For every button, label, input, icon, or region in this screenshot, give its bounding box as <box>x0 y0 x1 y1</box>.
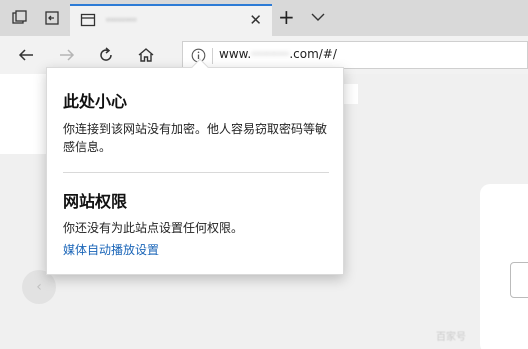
plus-icon[interactable]: + <box>278 6 295 28</box>
divider <box>63 172 329 173</box>
arrow-right-icon[interactable] <box>56 44 78 66</box>
url-suffix: .com/#/ <box>289 47 337 61</box>
tab-active[interactable]: ········ ✕ <box>70 4 272 36</box>
carousel-prev-button[interactable]: ‹ <box>22 270 56 304</box>
tab-title: ········ <box>106 13 137 27</box>
url-blurred-domain: ·········· <box>251 47 290 61</box>
site-info-popup: 此处小心 你连接到该网站没有加密。他人容易窃取密码等敏感信息。 网站权限 你还没… <box>46 58 344 275</box>
address-bar[interactable]: www.··········.com/#/ <box>182 41 528 69</box>
permissions-heading: 网站权限 <box>63 192 128 211</box>
arrow-left-icon[interactable] <box>15 44 37 66</box>
tab-manager-icon[interactable] <box>10 8 30 28</box>
chevron-left-icon: ‹ <box>36 279 42 295</box>
browser-window: ········ ✕ + www.··········.com/#/ ‹ 百家号… <box>0 0 528 349</box>
security-heading: 此处小心 <box>63 92 128 111</box>
address-separator <box>212 48 213 64</box>
watermark: 百家号 <box>436 332 466 343</box>
url-text[interactable]: www.··········.com/#/ <box>219 47 337 61</box>
set-aside-tabs-icon[interactable] <box>42 8 62 28</box>
media-autoplay-settings-link[interactable]: 媒体自动播放设置 <box>63 241 159 258</box>
avatar[interactable] <box>510 262 528 298</box>
refresh-icon[interactable] <box>95 44 117 66</box>
page-icon <box>78 10 98 30</box>
page-header-block <box>0 74 46 154</box>
close-icon[interactable]: ✕ <box>249 11 262 29</box>
chevron-down-icon[interactable] <box>310 6 330 28</box>
tab-strip: ········ ✕ + <box>0 0 528 36</box>
security-description: 你连接到该网站没有加密。他人容易窃取密码等敏感信息。 <box>63 122 328 154</box>
home-icon[interactable] <box>135 44 157 66</box>
url-prefix: www. <box>219 47 252 61</box>
permissions-description: 你还没有为此站点设置任何权限。 <box>63 221 244 235</box>
